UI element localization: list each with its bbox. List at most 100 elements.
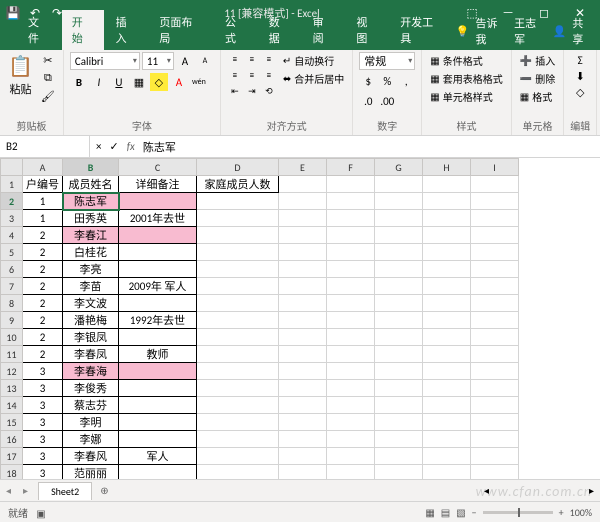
cell[interactable] <box>279 380 327 397</box>
cell[interactable]: 2 <box>23 346 63 363</box>
zoom-slider[interactable] <box>483 511 553 514</box>
cell[interactable] <box>327 312 375 329</box>
row-header[interactable]: 8 <box>1 295 23 312</box>
cell[interactable]: 3 <box>23 363 63 380</box>
cell[interactable] <box>375 210 423 227</box>
cell-style-button[interactable]: ▦单元格样式 <box>428 88 504 105</box>
cell[interactable] <box>327 244 375 261</box>
tab-insert[interactable]: 插入 <box>106 10 148 50</box>
cell[interactable] <box>375 227 423 244</box>
cell[interactable] <box>423 329 471 346</box>
tab-review[interactable]: 审阅 <box>303 10 345 50</box>
cell[interactable] <box>375 176 423 193</box>
cell[interactable] <box>327 363 375 380</box>
cell[interactable] <box>471 244 519 261</box>
fontcolor-button[interactable]: A <box>170 73 188 91</box>
col-header[interactable]: H <box>423 159 471 176</box>
col-header[interactable]: D <box>197 159 279 176</box>
shrink-font-icon[interactable]: A <box>196 52 214 70</box>
cell[interactable] <box>279 295 327 312</box>
cell[interactable] <box>279 448 327 465</box>
cell[interactable] <box>327 346 375 363</box>
delete-button[interactable]: ➖删除 <box>518 70 557 87</box>
col-header[interactable]: A <box>23 159 63 176</box>
cell[interactable] <box>375 414 423 431</box>
cell[interactable]: 2 <box>23 312 63 329</box>
sum-icon[interactable]: Σ <box>571 52 589 68</box>
cell[interactable] <box>471 414 519 431</box>
cell[interactable] <box>375 278 423 295</box>
currency-icon[interactable]: $ <box>359 72 377 90</box>
insert-button[interactable]: ➕插入 <box>518 52 557 69</box>
cell[interactable]: 李春风 <box>63 448 119 465</box>
indent-inc-icon[interactable]: ⇥ <box>244 84 260 98</box>
cell[interactable] <box>197 414 279 431</box>
cell[interactable] <box>471 295 519 312</box>
cell[interactable] <box>471 380 519 397</box>
cell[interactable] <box>279 278 327 295</box>
cell[interactable] <box>119 261 197 278</box>
tab-view[interactable]: 视图 <box>346 10 388 50</box>
col-header[interactable]: G <box>375 159 423 176</box>
cell[interactable]: 1992年去世 <box>119 312 197 329</box>
cell[interactable] <box>327 380 375 397</box>
cell[interactable]: 户编号 <box>23 176 63 193</box>
cell[interactable] <box>279 210 327 227</box>
cell[interactable] <box>197 210 279 227</box>
worksheet[interactable]: ABCDEFGHI1户编号成员姓名详细备注家庭成员人数21陈志军31田秀英200… <box>0 158 600 479</box>
cell[interactable] <box>327 176 375 193</box>
cell[interactable] <box>423 193 471 210</box>
cell[interactable] <box>119 329 197 346</box>
cell[interactable] <box>197 380 279 397</box>
bold-button[interactable]: B <box>70 73 88 91</box>
row-header[interactable]: 10 <box>1 329 23 346</box>
view-normal-icon[interactable]: ▦ <box>425 506 434 519</box>
cell[interactable] <box>375 448 423 465</box>
cell[interactable]: 3 <box>23 414 63 431</box>
cell[interactable] <box>279 244 327 261</box>
cell[interactable]: 李银凤 <box>63 329 119 346</box>
cell[interactable] <box>197 261 279 278</box>
cell[interactable] <box>471 278 519 295</box>
cell[interactable] <box>279 261 327 278</box>
cell[interactable] <box>375 363 423 380</box>
cell[interactable]: 蔡志芬 <box>63 397 119 414</box>
cell[interactable]: 2 <box>23 329 63 346</box>
cell[interactable]: 李苗 <box>63 278 119 295</box>
cell[interactable] <box>375 295 423 312</box>
row-header[interactable]: 15 <box>1 414 23 431</box>
tab-layout[interactable]: 页面布局 <box>149 10 213 50</box>
size-combo[interactable]: 11 <box>142 52 174 70</box>
cell[interactable] <box>197 295 279 312</box>
cell[interactable]: 成员姓名 <box>63 176 119 193</box>
cell[interactable] <box>327 227 375 244</box>
percent-icon[interactable]: % <box>378 72 396 90</box>
row-header[interactable]: 14 <box>1 397 23 414</box>
cell[interactable] <box>119 380 197 397</box>
cell[interactable] <box>471 346 519 363</box>
cell[interactable]: 陈志军 <box>63 193 119 210</box>
row-header[interactable]: 11 <box>1 346 23 363</box>
row-header[interactable]: 7 <box>1 278 23 295</box>
cell[interactable] <box>327 295 375 312</box>
cell[interactable] <box>471 193 519 210</box>
col-header[interactable]: C <box>119 159 197 176</box>
cell[interactable] <box>279 193 327 210</box>
cell[interactable] <box>327 465 375 480</box>
cell[interactable] <box>471 431 519 448</box>
row-header[interactable]: 16 <box>1 431 23 448</box>
name-box[interactable]: B2 <box>0 136 90 157</box>
zoom-in-icon[interactable]: + <box>559 506 564 519</box>
wrap-button[interactable]: ↵自动换行 <box>281 52 346 69</box>
cell[interactable]: 军人 <box>119 448 197 465</box>
cell[interactable] <box>375 244 423 261</box>
row-header[interactable]: 3 <box>1 210 23 227</box>
cell[interactable]: 李明 <box>63 414 119 431</box>
col-header[interactable]: E <box>279 159 327 176</box>
row-header[interactable]: 6 <box>1 261 23 278</box>
merge-button[interactable]: ⬌合并后居中 <box>281 70 346 87</box>
cell[interactable] <box>327 210 375 227</box>
font-combo[interactable]: Calibri <box>70 52 140 70</box>
italic-button[interactable]: I <box>90 73 108 91</box>
cell[interactable] <box>119 227 197 244</box>
